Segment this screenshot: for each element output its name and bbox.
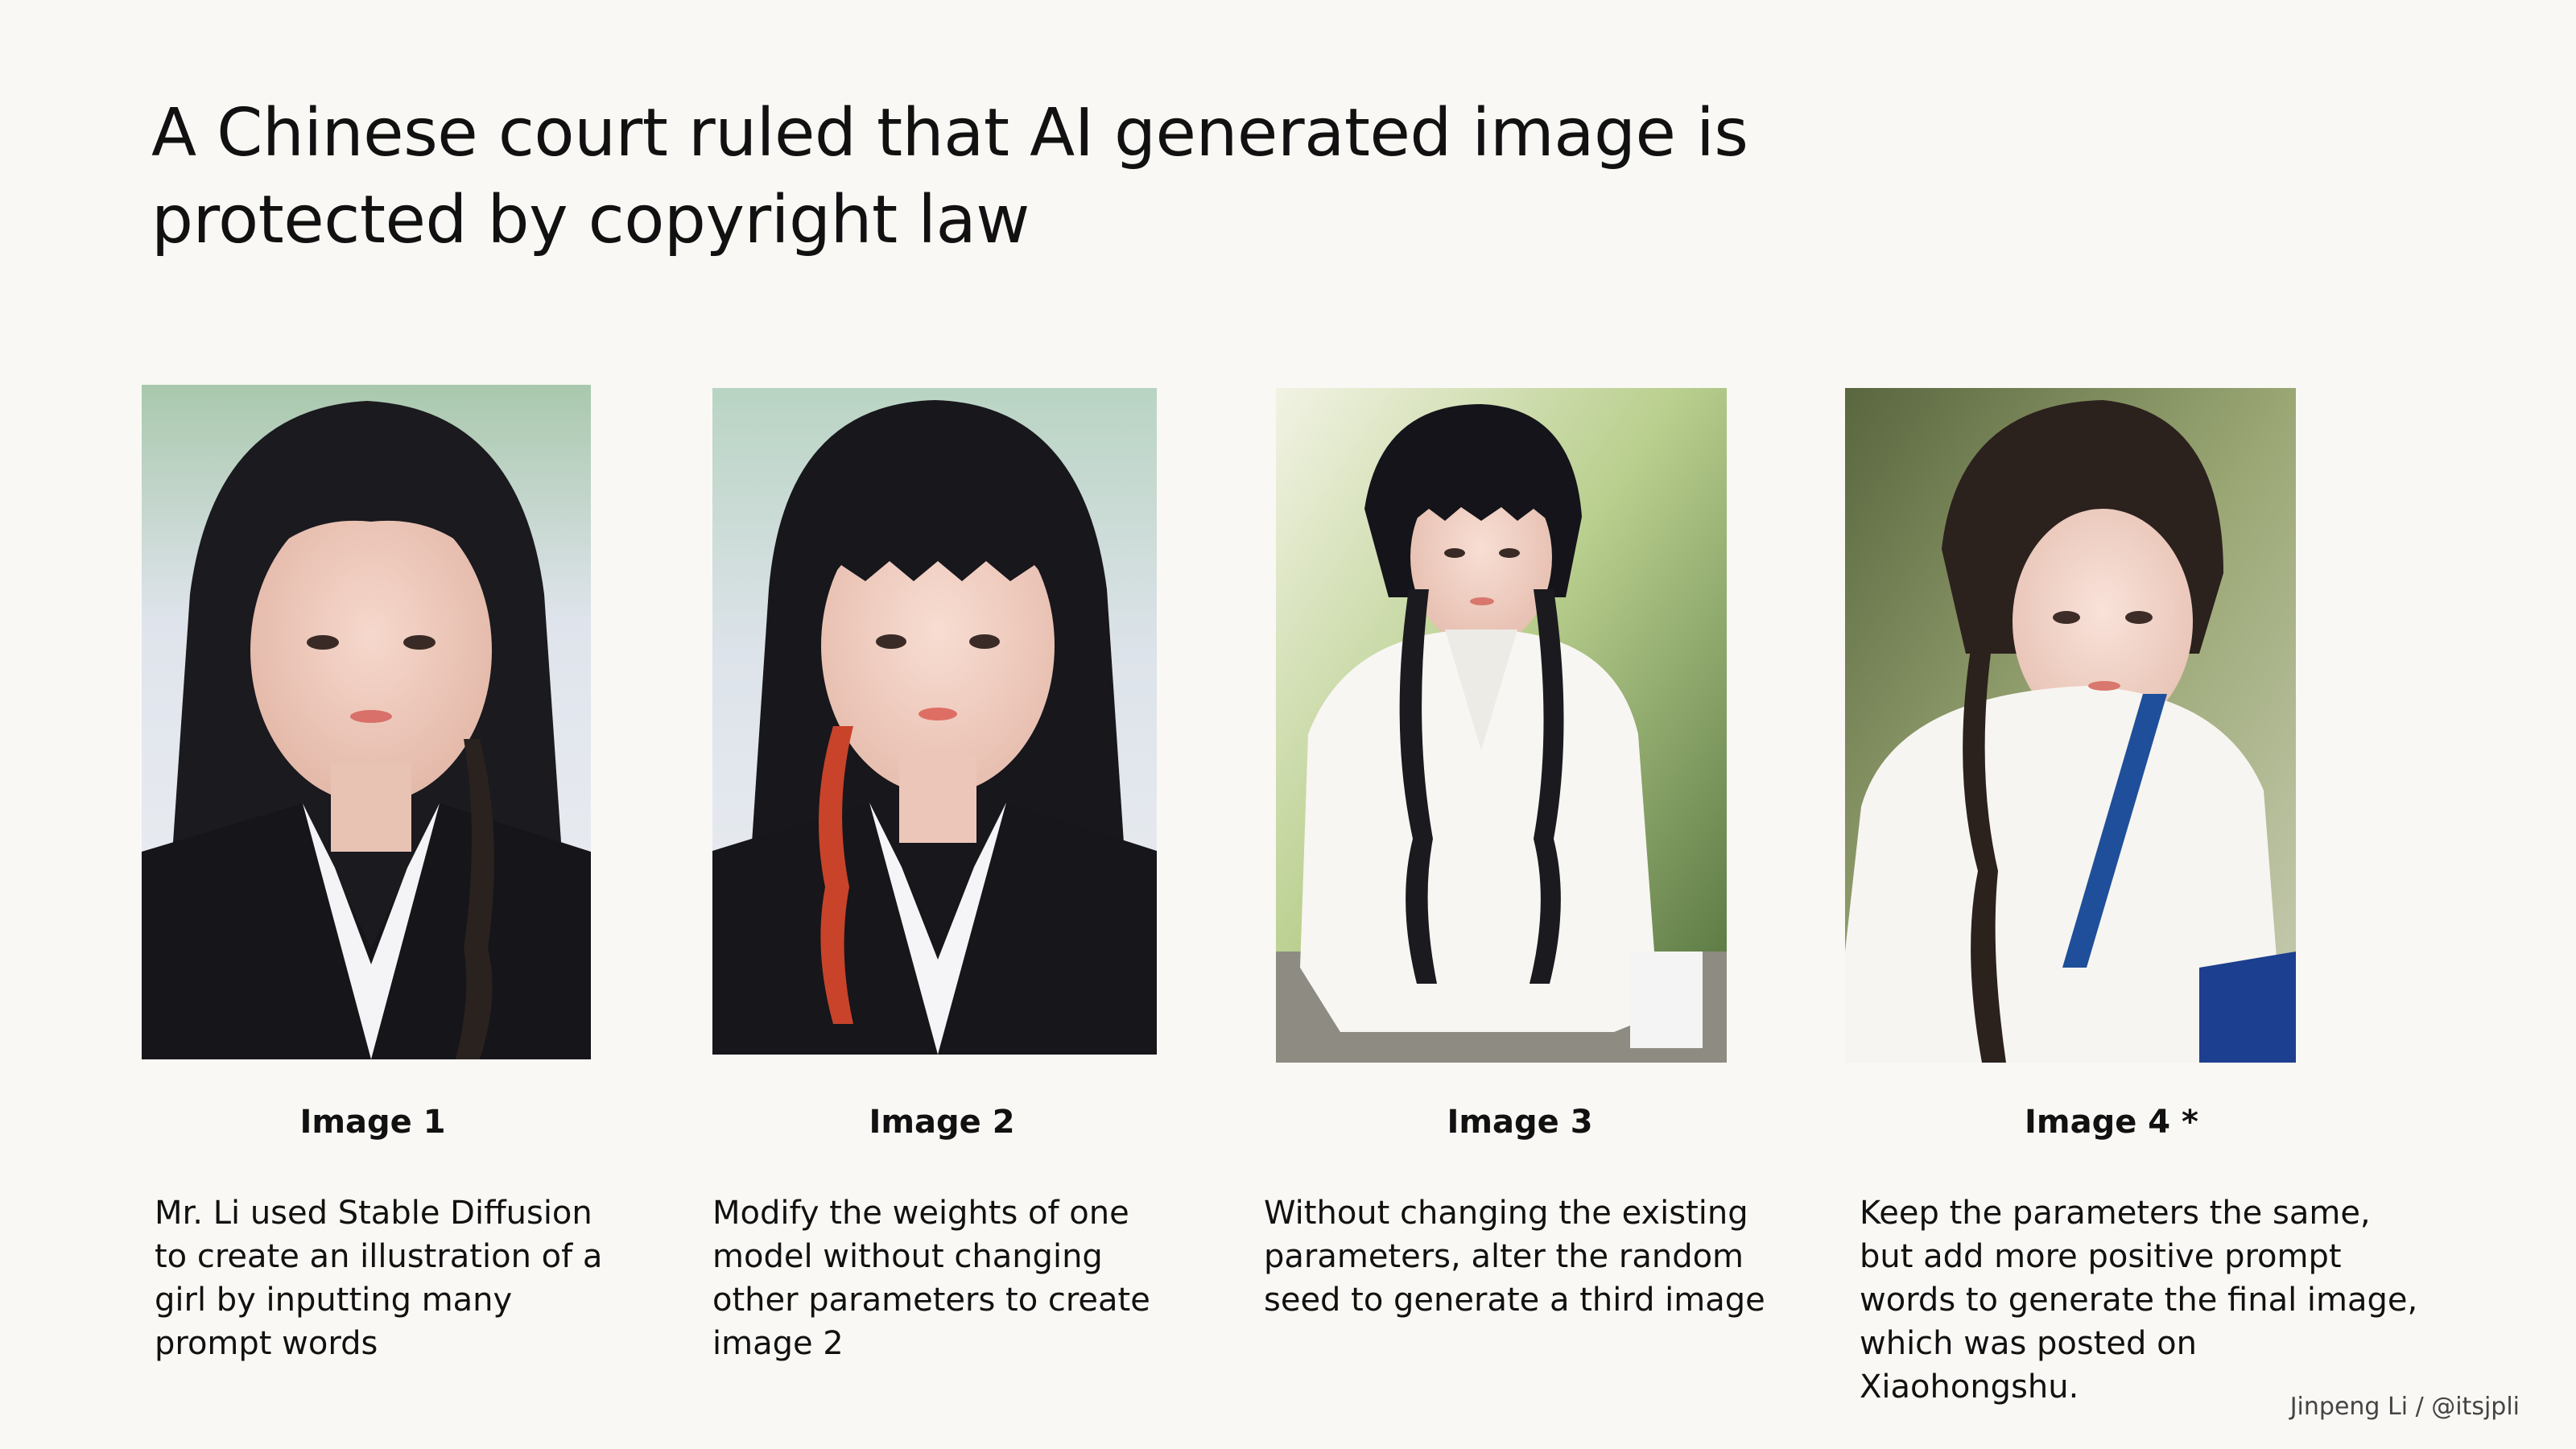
slide-title: A Chinese court ruled that AI generated …	[151, 95, 1748, 258]
author-credit: Jinpeng Li / @itsjpli	[2289, 1393, 2520, 1421]
photo-image-2	[712, 388, 1157, 1055]
description-image-1: Mr. Li used Stable Diffusion to create a…	[155, 1195, 603, 1362]
photo-image-4	[1845, 388, 2296, 1063]
photo-image-1	[142, 385, 591, 1059]
photo-image-3	[1276, 388, 1727, 1063]
description-image-4: Keep the parameters the same, but add mo…	[1860, 1195, 2418, 1406]
caption-image-4: Image 4 *	[2025, 1104, 2198, 1141]
caption-image-2: Image 2	[869, 1104, 1015, 1141]
description-image-3: Without changing the existing parameters…	[1264, 1195, 1765, 1319]
caption-image-3: Image 3	[1447, 1104, 1593, 1141]
caption-image-1: Image 1	[299, 1104, 446, 1141]
description-image-2: Modify the weights of one model without …	[712, 1195, 1150, 1362]
